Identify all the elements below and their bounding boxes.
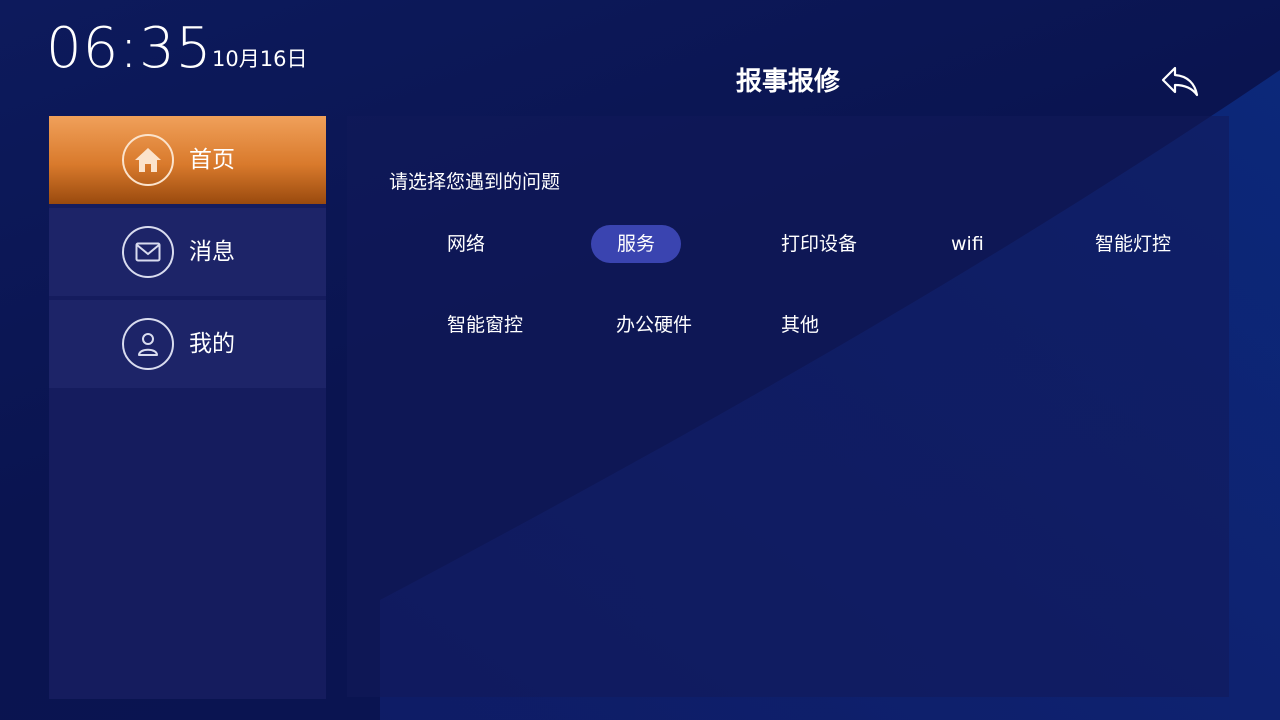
sidebar-item-label: 首页 — [189, 147, 235, 173]
sidebar-item-home[interactable]: 首页 — [49, 116, 326, 204]
home-icon — [122, 134, 174, 186]
option-service[interactable]: 服务 — [591, 225, 682, 263]
option-office-hardware[interactable]: 办公硬件 — [616, 306, 692, 344]
sidebar-item-label: 我的 — [189, 331, 235, 357]
option-printer[interactable]: 打印设备 — [781, 225, 857, 263]
sidebar: 首页 消息 我的 — [49, 116, 326, 699]
option-network[interactable]: 网络 — [447, 225, 485, 263]
back-arrow-icon — [1161, 66, 1199, 97]
option-other[interactable]: 其他 — [781, 306, 819, 344]
option-smart-window[interactable]: 智能窗控 — [447, 306, 523, 344]
question-prompt: 请选择您遇到的问题 — [389, 171, 561, 193]
sidebar-item-mine[interactable]: 我的 — [49, 300, 326, 388]
back-button[interactable] — [1158, 62, 1202, 100]
option-smart-lighting[interactable]: 智能灯控 — [1095, 225, 1171, 263]
option-wifi[interactable]: wifi — [951, 225, 984, 263]
mail-icon — [122, 226, 174, 278]
user-icon — [122, 318, 174, 370]
main-content-panel: 请选择您遇到的问题 网络 服务 打印设备 wifi 智能灯控 智能窗控 办公硬件… — [347, 116, 1229, 697]
sidebar-item-messages[interactable]: 消息 — [49, 208, 326, 296]
page-title: 报事报修 — [735, 67, 840, 97]
sidebar-item-label: 消息 — [189, 239, 235, 265]
